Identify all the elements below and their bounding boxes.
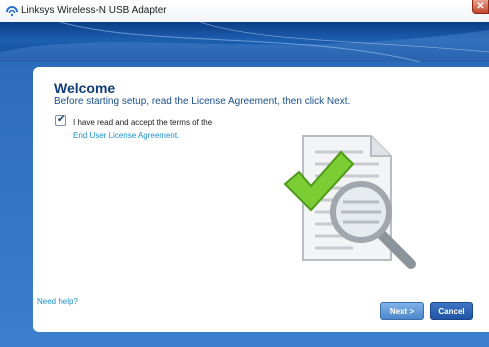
next-button[interactable]: Next > [380, 302, 424, 320]
checkbox-check-icon: ✔ [57, 114, 66, 125]
header-banner [0, 22, 489, 62]
app-icon [6, 6, 18, 17]
frame-bottom [25, 335, 489, 347]
page-title: Welcome [54, 80, 116, 96]
eula-accept-checkbox[interactable]: ✔ [55, 114, 66, 126]
title-bar: Linksys Wireless-N USB Adapter ✕ [0, 0, 489, 23]
installer-window: Linksys Wireless-N USB Adapter ✕ Welcome… [0, 0, 489, 347]
eula-illustration [283, 135, 416, 269]
close-button[interactable]: ✕ [472, 0, 489, 14]
close-icon: ✕ [476, 1, 485, 12]
window-title: Linksys Wireless-N USB Adapter [21, 5, 167, 16]
need-help-link[interactable]: Need help? [37, 297, 78, 306]
eula-accept-label: I have read and accept the terms of the [73, 118, 213, 127]
banner-swoosh [0, 22, 489, 62]
page-subtitle: Before starting setup, read the License … [54, 96, 351, 107]
eula-link[interactable]: End User License Agreement. [73, 131, 179, 140]
cancel-button[interactable]: Cancel [430, 302, 473, 320]
